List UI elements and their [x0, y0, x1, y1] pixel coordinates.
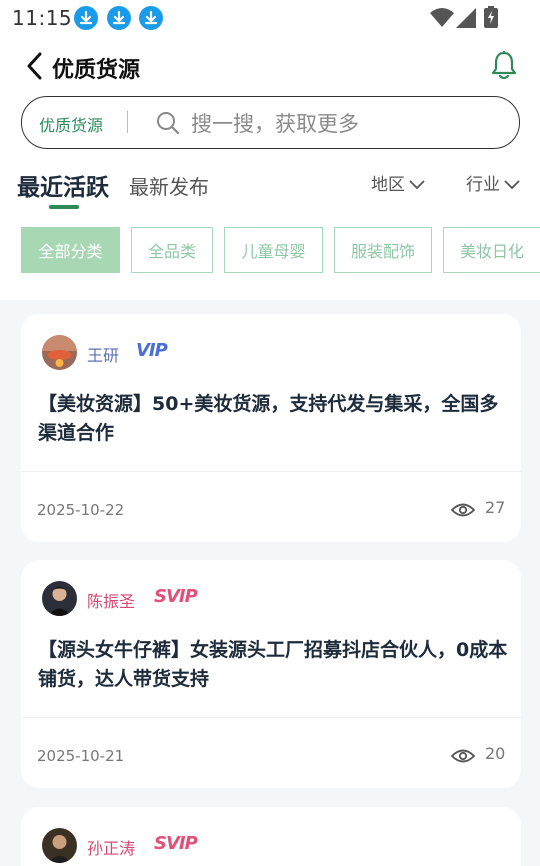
- region-filter[interactable]: 地区: [371, 170, 426, 195]
- post-card[interactable]: 王研 VIP 【美妆资源】50+美妆货源，支持代发与集采，全国多渠道合作 202…: [21, 314, 521, 542]
- tab-latest-published[interactable]: 最新发布: [129, 171, 209, 200]
- chevron-down-icon: [504, 180, 520, 190]
- chevron-down-icon: [409, 180, 425, 190]
- post-card[interactable]: 孙正涛 SVIP: [21, 807, 521, 866]
- category-chip-kids-baby[interactable]: 儿童母婴: [224, 227, 323, 273]
- category-chip-apparel[interactable]: 服装配饰: [334, 227, 432, 273]
- card-divider: [21, 717, 521, 718]
- status-time: 11:15: [12, 6, 73, 30]
- category-chip-all[interactable]: 全部分类: [21, 227, 120, 273]
- svip-badge: SVIP: [154, 833, 198, 854]
- post-card[interactable]: 陈振圣 SVIP 【源头女牛仔裤】女装源头工厂招募抖店合伙人，0成本铺货，达人带…: [21, 560, 521, 788]
- tab-recently-active[interactable]: 最近活跃: [17, 168, 109, 202]
- search-icon: [157, 112, 180, 135]
- post-date: 2025-10-22: [37, 501, 125, 519]
- view-count: 27: [485, 498, 506, 517]
- category-chip-all-products[interactable]: 全品类: [131, 227, 213, 273]
- industry-filter[interactable]: 行业: [466, 170, 521, 195]
- eye-icon: [451, 749, 475, 763]
- region-filter-label: 地区: [371, 175, 405, 195]
- tab-active-indicator: [49, 205, 79, 209]
- eye-icon: [451, 503, 475, 517]
- card-divider: [21, 471, 521, 472]
- avatar[interactable]: [42, 581, 77, 616]
- search-scope-label[interactable]: 优质货源: [39, 112, 103, 136]
- status-bar: 11:15: [0, 0, 540, 36]
- author-name[interactable]: 王研: [87, 342, 119, 366]
- avatar[interactable]: [42, 335, 77, 370]
- bell-icon[interactable]: [490, 50, 518, 80]
- post-title[interactable]: 【源头女牛仔裤】女装源头工厂招募抖店合伙人，0成本铺货，达人带货支持: [38, 636, 508, 694]
- search-divider: [127, 111, 128, 133]
- vip-badge: VIP: [136, 340, 168, 361]
- download-icon: [139, 6, 163, 30]
- category-chip-beauty[interactable]: 美妆日化: [443, 227, 540, 273]
- avatar[interactable]: [42, 828, 77, 863]
- author-name[interactable]: 陈振圣: [87, 588, 135, 612]
- back-arrow-icon[interactable]: [24, 52, 48, 80]
- signal-icon: [456, 8, 476, 28]
- post-date: 2025-10-21: [37, 747, 125, 765]
- search-input[interactable]: 搜一搜，获取更多: [191, 108, 359, 138]
- page-title: 优质货源: [52, 58, 141, 83]
- svip-badge: SVIP: [154, 586, 198, 607]
- view-count: 20: [485, 744, 506, 763]
- download-icon: [107, 6, 131, 30]
- wifi-icon: [430, 8, 454, 27]
- search-bar[interactable]: 优质货源 搜一搜，获取更多: [21, 96, 520, 149]
- post-title[interactable]: 【美妆资源】50+美妆货源，支持代发与集采，全国多渠道合作: [38, 390, 508, 448]
- battery-icon: [484, 6, 498, 28]
- author-name[interactable]: 孙正涛: [87, 835, 135, 859]
- industry-filter-label: 行业: [466, 175, 500, 195]
- download-icon: [74, 6, 98, 30]
